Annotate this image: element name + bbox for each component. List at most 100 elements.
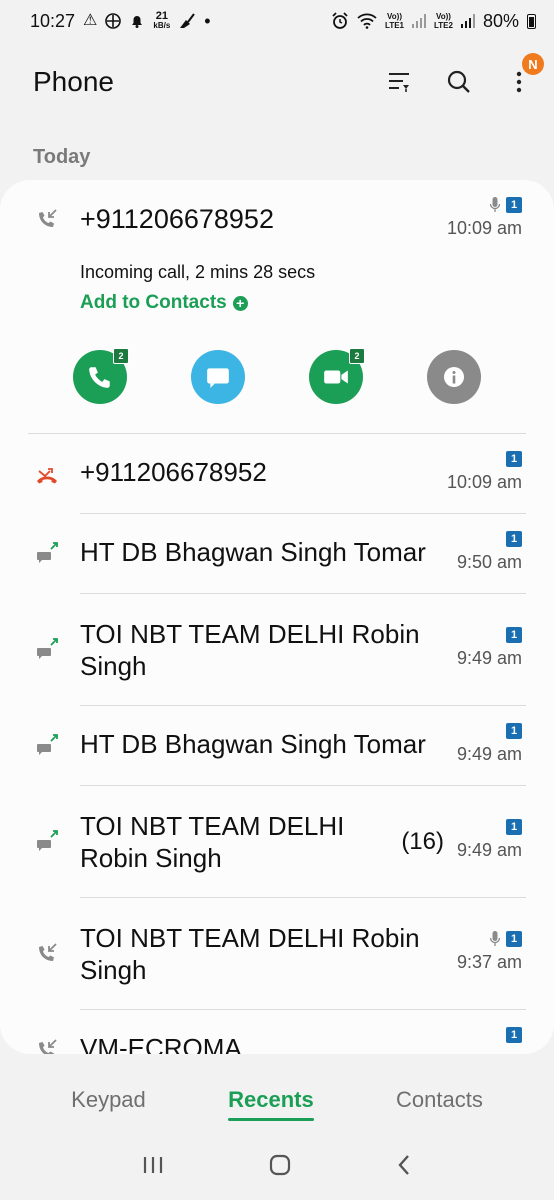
incoming-call-icon [39, 209, 57, 227]
call-time: 9:37 am [456, 952, 522, 972]
call-count-badge: 2 [113, 348, 129, 364]
incoming-call-icon [39, 1039, 57, 1054]
call-log-item[interactable]: TOI NBT TEAM DELHI Robin Singh 1 9:37 am [0, 898, 554, 1010]
call-log-item[interactable]: HT DB Bhagwan Singh Tomar 1 9:49 am [0, 706, 554, 786]
add-circle-icon: + [232, 295, 248, 311]
call-time: 9:49 am [456, 648, 522, 668]
call-log-item[interactable]: +911206678952 1 10:09 am [0, 434, 554, 514]
video-count-badge: 2 [349, 348, 365, 364]
voice-call-button[interactable]: 2 [73, 348, 129, 404]
sim-badge: 1 [506, 819, 522, 835]
call-meta: 1 9:49 am [457, 722, 522, 765]
message-button[interactable] [191, 350, 245, 404]
app-bar-actions: N [384, 53, 544, 97]
call-log-item[interactable]: TOI NBT TEAM DELHI Robin Singh (16) 1 9:… [0, 786, 554, 898]
call-count: (16) [401, 828, 444, 855]
back-button[interactable] [396, 1154, 412, 1181]
call-meta: 1 9:37 am [457, 930, 522, 973]
signal-sim2-icon [460, 14, 475, 28]
home-button[interactable] [268, 1153, 292, 1182]
back-icon [398, 1154, 409, 1175]
phone-icon [89, 367, 110, 388]
call-log-name: TOI NBT TEAM DELHI Robin Singh [80, 923, 420, 985]
info-icon [444, 367, 464, 387]
call-actions: 2 2 [0, 348, 554, 406]
sim-badge: 1 [506, 723, 522, 739]
filter-icon [389, 73, 409, 92]
broom-icon [180, 13, 196, 28]
call-meta: 1 9:49 am [457, 818, 522, 861]
call-time: 10:09 am [446, 218, 522, 238]
status-bar-right: Vo)) LTE1 Vo)) LTE2 80% [331, 11, 536, 32]
volte-sim2: Vo)) LTE2 [434, 12, 453, 30]
page-title: Phone [33, 66, 114, 97]
search-button[interactable] [444, 67, 474, 97]
tab-recents[interactable]: Recents [228, 1079, 314, 1121]
recent-apps-button[interactable] [142, 1155, 164, 1180]
status-bar: 10:27 ⚠ 21 kB/s • Vo)) LTE1 Vo)) LTE2 80… [0, 0, 554, 42]
tab-keypad[interactable]: Keypad [71, 1079, 146, 1121]
outgoing-message-icon [37, 638, 58, 659]
call-log-item-expanded[interactable]: +911206678952 1 10:09 am Incoming call, … [0, 180, 554, 434]
status-time: 10:27 [30, 10, 76, 31]
call-log-name: TOI NBT TEAM DELHI Robin Singh [80, 619, 420, 681]
sim-badge: 1 [506, 197, 522, 213]
status-bar-left: 10:27 ⚠ 21 kB/s • [30, 11, 211, 32]
call-log-item[interactable]: TOI NBT TEAM DELHI Robin Singh 1 9:49 am [0, 594, 554, 706]
alarm-bell-icon [132, 16, 143, 28]
message-icon [207, 368, 229, 388]
missed-call-icon [37, 468, 57, 484]
search-icon [447, 70, 470, 93]
sim-badge: 1 [506, 627, 522, 643]
volte-sim1: Vo)) LTE1 [385, 12, 404, 30]
sim-badge: 1 [506, 531, 522, 547]
outgoing-message-icon [37, 734, 58, 755]
details-button[interactable] [427, 350, 481, 404]
warning-icon: ⚠ [83, 12, 98, 29]
more-vert-icon [516, 71, 522, 93]
wifi-icon [357, 13, 377, 29]
notification-dot: • [204, 10, 211, 31]
sim-badge: 1 [506, 1027, 522, 1043]
call-time: 9:49 am [456, 744, 522, 764]
call-log-name: +911206678952 [80, 457, 267, 487]
fan-icon [105, 13, 122, 29]
recording-mic-icon [490, 931, 500, 946]
call-meta: 1 9:50 am [457, 530, 522, 573]
call-log-name: HT DB Bhagwan Singh Tomar [80, 729, 426, 759]
call-log-item[interactable]: HT DB Bhagwan Singh Tomar 1 9:50 am [0, 514, 554, 594]
recents-list[interactable]: +911206678952 1 10:09 am Incoming call, … [0, 180, 554, 1054]
call-meta: 1 10:09 am [447, 450, 522, 493]
net-speed: 21 kB/s [153, 10, 171, 31]
filter-button[interactable] [384, 67, 414, 97]
more-options-button[interactable]: N [504, 53, 544, 97]
battery-percent: 80% [482, 10, 519, 31]
call-time: 10:09 am [446, 472, 522, 492]
outgoing-message-icon [37, 542, 58, 563]
call-time: 9:49 am [456, 840, 522, 860]
call-log-number: +911206678952 [80, 204, 274, 234]
call-log-name: HT DB Bhagwan Singh Tomar [80, 537, 426, 567]
call-log-item[interactable]: VM-ECROMA 1 [0, 1010, 554, 1054]
video-camera-icon [324, 370, 348, 384]
call-meta: 1 [506, 1026, 522, 1048]
call-meta: 1 10:09 am [447, 196, 522, 239]
system-nav-bar [0, 1140, 554, 1194]
video-call-button[interactable]: 2 [309, 348, 365, 404]
recent-apps-icon [143, 1156, 163, 1173]
call-log-name: TOI NBT TEAM DELHI Robin Singh [80, 811, 345, 873]
call-detail: Incoming call, 2 mins 28 secs [80, 262, 316, 282]
battery-icon [527, 13, 536, 29]
signal-sim1-icon [412, 14, 426, 28]
recording-mic-icon [490, 197, 500, 212]
call-log-name: VM-ECROMA [80, 1033, 242, 1054]
call-meta: 1 9:49 am [457, 626, 522, 669]
tab-contacts[interactable]: Contacts [396, 1079, 483, 1121]
outgoing-message-icon [37, 830, 58, 851]
sim-badge: 1 [506, 931, 522, 947]
home-icon [269, 1154, 291, 1175]
call-time: 9:50 am [456, 552, 522, 572]
add-to-contacts-link[interactable]: Add to Contacts + [80, 292, 248, 314]
sim-badge: 1 [506, 451, 522, 467]
incoming-call-icon [39, 943, 57, 961]
